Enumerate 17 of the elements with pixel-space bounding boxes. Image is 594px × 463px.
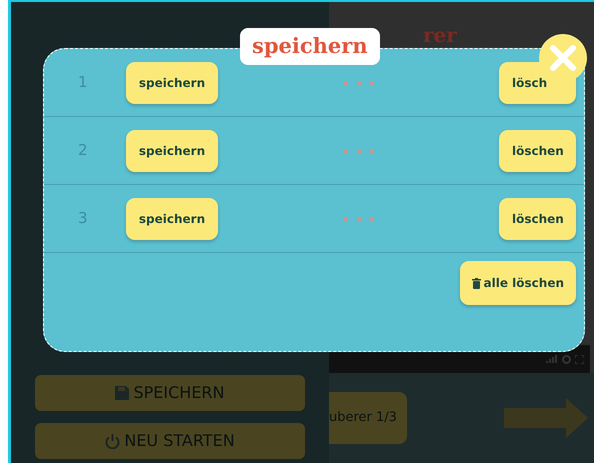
save-icon [115,386,130,400]
trash-icon [472,278,481,288]
dialog-title: speichern [240,28,380,66]
signal-icon [546,355,558,363]
power-icon [105,434,120,448]
save-slot-button[interactable]: speichern [126,62,218,104]
delete-slot-button[interactable]: löschen [499,130,576,172]
delete-slot-button[interactable]: löschen [499,198,576,240]
save-slot-button[interactable]: speichern [126,130,218,172]
save-slot-button[interactable]: speichern [126,198,218,240]
settings-icon [562,354,571,364]
delete-all-button[interactable]: alle löschen [460,261,576,305]
ellipsis-icon [344,80,374,84]
close-icon [550,45,576,71]
ellipsis-icon [344,148,374,152]
ellipsis-icon [344,216,374,220]
fullscreen-icon [575,354,584,364]
